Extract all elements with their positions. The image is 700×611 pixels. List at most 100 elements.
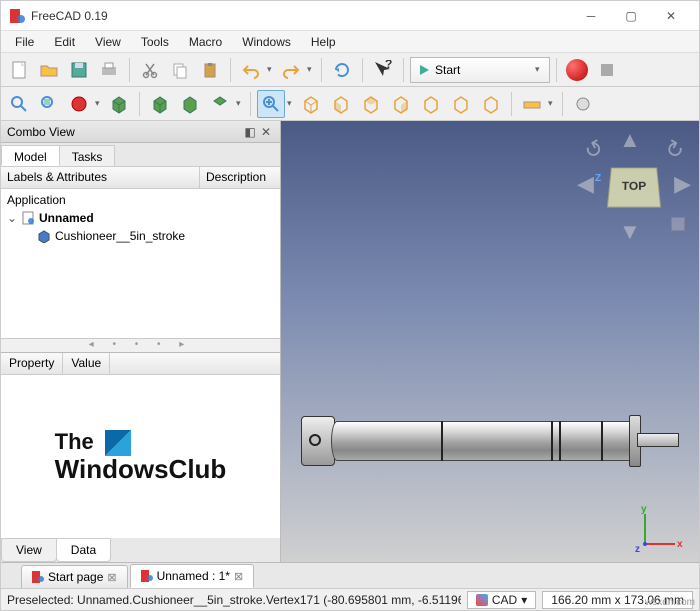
tab-tasks[interactable]: Tasks <box>59 145 116 166</box>
draw-style-button[interactable] <box>65 90 93 118</box>
refresh-button[interactable] <box>328 56 356 84</box>
navcube-down[interactable]: ▼ <box>619 219 641 245</box>
maximize-button[interactable]: ▢ <box>611 2 651 30</box>
doctab-start[interactable]: Start page ⊠ <box>21 565 128 588</box>
view-rear-button[interactable] <box>417 90 445 118</box>
svg-text:?: ? <box>385 60 392 71</box>
menubar: File Edit View Tools Macro Windows Help <box>1 31 699 53</box>
save-button[interactable] <box>65 56 93 84</box>
toolbar-file: ▾ ▾ ? Start ▾ <box>1 53 699 87</box>
top-view-button[interactable] <box>206 90 234 118</box>
record-icon <box>566 59 588 81</box>
open-button[interactable] <box>35 56 63 84</box>
col-property[interactable]: Property <box>1 353 63 374</box>
tree-root[interactable]: Application <box>3 191 278 209</box>
property-tabs: View Data <box>1 538 280 562</box>
view-iso-button[interactable] <box>297 90 325 118</box>
paste-button[interactable] <box>196 56 224 84</box>
navcube-rot-cw[interactable]: ↻ <box>659 134 688 166</box>
3d-viewport[interactable]: ▲ ▼ ◀ ▶ ↺ ↻ Z TOP x y z <box>281 121 699 562</box>
tree-doc[interactable]: ⌄ Unnamed <box>3 209 278 227</box>
isometric-button[interactable] <box>146 90 174 118</box>
zoom-in-button[interactable] <box>257 90 285 118</box>
app-icon <box>9 8 25 24</box>
svg-text:y: y <box>641 504 647 515</box>
tree-item[interactable]: Cushioneer__5in_stroke <box>3 227 278 245</box>
cylinder-rod <box>637 433 679 447</box>
combo-view: Combo View ◧ ✕ Model Tasks Labels & Attr… <box>1 121 281 562</box>
measure-button[interactable] <box>518 90 546 118</box>
fit-all-button[interactable] <box>5 90 33 118</box>
menu-tools[interactable]: Tools <box>131 33 179 51</box>
navcube-right[interactable]: ▶ <box>674 171 691 197</box>
close-icon[interactable]: ⊠ <box>234 570 243 583</box>
combo-float-button[interactable]: ◧ <box>242 125 258 139</box>
navcube-left[interactable]: ◀ <box>577 171 594 197</box>
fit-selection-button[interactable] <box>35 90 63 118</box>
cut-button[interactable] <box>136 56 164 84</box>
combo-scroll[interactable]: ◂ • • • ▸ <box>1 338 280 352</box>
combo-close-button[interactable]: ✕ <box>258 125 274 139</box>
col-value[interactable]: Value <box>63 353 110 374</box>
menu-windows[interactable]: Windows <box>232 33 301 51</box>
doctab-unnamed[interactable]: Unnamed : 1* ⊠ <box>130 564 255 588</box>
nav-style[interactable]: CAD ▾ <box>467 591 536 609</box>
combo-title: Combo View <box>7 125 242 139</box>
toolbar-view: ▾ ▾ ▾ ▾ <box>1 87 699 121</box>
windowsclub-logo: The WindowsClub <box>55 430 227 483</box>
tab-view[interactable]: View <box>1 538 57 562</box>
tree[interactable]: Application ⌄ Unnamed Cushioneer__5in_st… <box>1 189 280 338</box>
navcube-up[interactable]: ▲ <box>619 127 641 153</box>
menu-file[interactable]: File <box>5 33 44 51</box>
part-button[interactable] <box>569 90 597 118</box>
status-bar: Preselected: Unnamed.Cushioneer__5in_str… <box>1 588 699 610</box>
start-icon <box>417 63 431 77</box>
menu-macro[interactable]: Macro <box>179 33 232 51</box>
print-button[interactable] <box>95 56 123 84</box>
navcube-mini[interactable] <box>671 217 685 231</box>
view-top-button[interactable] <box>357 90 385 118</box>
cylinder-band <box>559 421 561 461</box>
navcube-face[interactable]: TOP <box>607 168 661 208</box>
cylinder-hole <box>309 434 321 446</box>
view-front-button[interactable] <box>327 90 355 118</box>
view-right-button[interactable] <box>387 90 415 118</box>
new-button[interactable] <box>5 56 33 84</box>
stop-macro-button[interactable] <box>593 56 621 84</box>
whatsthis-button[interactable]: ? <box>369 56 397 84</box>
property-panel: Property Value The WindowsClub View Data <box>1 352 280 562</box>
menu-view[interactable]: View <box>85 33 131 51</box>
view-bottom-button[interactable] <box>447 90 475 118</box>
front-view-button[interactable] <box>176 90 204 118</box>
status-dims: 166.20 mm x 173.06 mm <box>542 591 693 609</box>
document-icon <box>21 211 35 225</box>
tab-model[interactable]: Model <box>1 145 60 166</box>
cylinder-band <box>441 421 443 461</box>
close-button[interactable]: ✕ <box>651 2 691 30</box>
cylinder-object[interactable] <box>301 411 679 471</box>
undo-button[interactable] <box>237 56 265 84</box>
close-icon[interactable]: ⊠ <box>107 571 116 584</box>
titlebar: FreeCAD 0.19 ─ ▢ ✕ <box>1 1 699 31</box>
col-desc[interactable]: Description <box>200 167 280 188</box>
workbench-label: Start <box>435 63 531 77</box>
combo-header: Combo View ◧ ✕ <box>1 121 280 143</box>
copy-button[interactable] <box>166 56 194 84</box>
workbench-selector[interactable]: Start ▾ <box>410 57 550 83</box>
bounding-box-button[interactable] <box>105 90 133 118</box>
menu-help[interactable]: Help <box>301 33 346 51</box>
tree-header: Labels & Attributes Description <box>1 167 280 189</box>
col-labels[interactable]: Labels & Attributes <box>1 167 200 188</box>
nav-cube[interactable]: ▲ ▼ ◀ ▶ ↺ ↻ Z TOP <box>579 131 689 241</box>
expand-icon[interactable]: ⌄ <box>7 211 17 225</box>
navcube-rot-ccw[interactable]: ↺ <box>580 134 609 166</box>
view-left-button[interactable] <box>477 90 505 118</box>
status-preselect: Preselected: Unnamed.Cushioneer__5in_str… <box>7 593 461 607</box>
minimize-button[interactable]: ─ <box>571 2 611 30</box>
redo-button[interactable] <box>277 56 305 84</box>
app-title: FreeCAD 0.19 <box>31 9 571 23</box>
record-macro-button[interactable] <box>563 56 591 84</box>
freecad-icon <box>141 570 153 582</box>
tab-data[interactable]: Data <box>56 538 111 562</box>
menu-edit[interactable]: Edit <box>44 33 85 51</box>
